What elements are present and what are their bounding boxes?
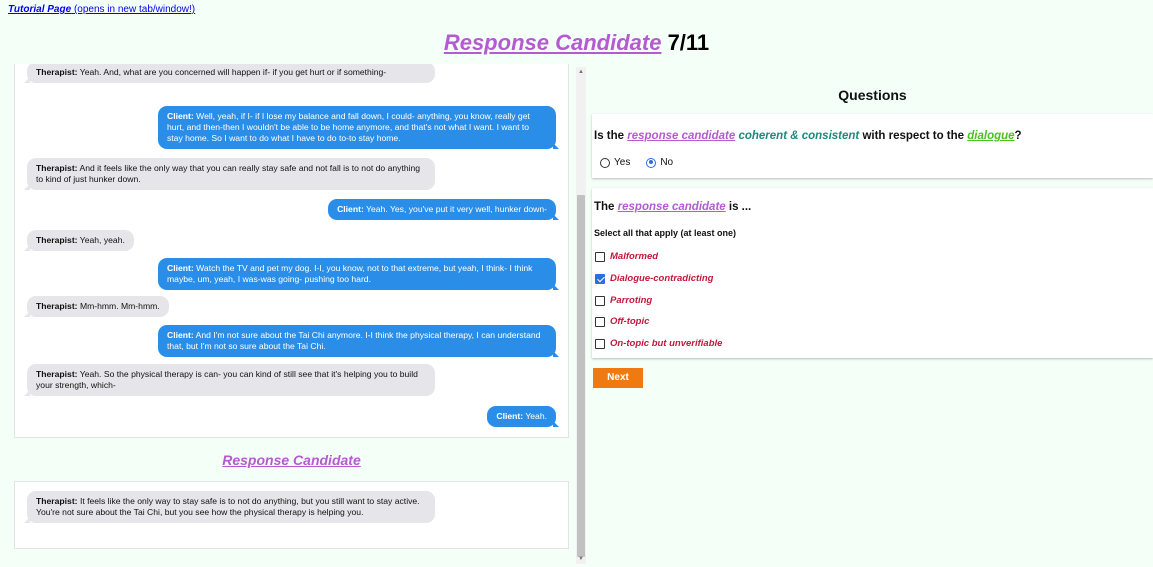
option-label[interactable]: Dialogue-contradicting xyxy=(610,273,713,284)
q1-criteria: coherent & consistent xyxy=(738,130,860,142)
q1-rc-link[interactable]: response candidate xyxy=(627,130,735,142)
response-candidate-box: Therapist: It feels like the only way to… xyxy=(14,481,569,549)
therapist-message: Therapist: Mm-hmm. Mm-hmm. xyxy=(24,296,169,317)
scroll-thumb[interactable] xyxy=(577,195,585,557)
speaker-label: Therapist: xyxy=(36,369,78,379)
page-title: Response Candidate 7/11 xyxy=(0,30,1153,56)
message-text: And it feels like the only way that you … xyxy=(36,163,421,184)
message-text: Watch the TV and pet my dog. I-I, you kn… xyxy=(167,263,533,284)
speaker-label: Therapist: xyxy=(36,235,78,245)
message-text: Well, yeah, if I- if I lose my balance a… xyxy=(167,111,530,143)
radio-no-label[interactable]: No xyxy=(660,157,673,168)
page-scrollbar[interactable]: ▲ ▼ xyxy=(576,67,586,564)
q1-prefix: Is the xyxy=(594,130,625,142)
message-text: Yeah. Yes, you've put it very well, hunk… xyxy=(366,204,547,214)
q2-rc-link[interactable]: response candidate xyxy=(618,201,726,213)
coherence-options: Yes No xyxy=(600,157,673,168)
checkbox[interactable] xyxy=(595,316,605,327)
therapist-message: Therapist: And it feels like the only wa… xyxy=(24,158,435,190)
checkbox[interactable] xyxy=(595,338,605,349)
option-parroting[interactable]: Parroting xyxy=(595,295,652,306)
tutorial-link-note[interactable]: (opens in new tab/window!) xyxy=(74,4,195,15)
option-label[interactable]: On-topic but unverifiable xyxy=(610,338,722,349)
question-flaws-text: The response candidate is ... xyxy=(594,201,751,213)
q2-suffix: is ... xyxy=(728,201,752,213)
candidate-message: Therapist: It feels like the only way to… xyxy=(24,491,435,523)
therapist-message: Therapist: Yeah. So the physical therapy… xyxy=(24,364,435,396)
therapist-message: Therapist: Yeah. And, what are you conce… xyxy=(24,64,435,83)
message-text: Yeah. xyxy=(525,411,547,421)
speaker-label: Therapist: xyxy=(36,67,78,77)
question-coherence-text: Is the response candidate coherent & con… xyxy=(594,130,1022,142)
option-label[interactable]: Parroting xyxy=(610,295,652,306)
message-text: Mm-hmm. Mm-hmm. xyxy=(79,301,160,311)
radio-no[interactable] xyxy=(646,157,657,168)
q1-dialogue-link[interactable]: dialogue xyxy=(967,130,1014,142)
speaker-label: Client: xyxy=(337,204,364,214)
client-message: Client: Watch the TV and pet my dog. I-I… xyxy=(158,258,559,290)
scroll-up-icon[interactable]: ▲ xyxy=(576,67,586,77)
select-instruction: Select all that apply (at least one) xyxy=(594,228,737,238)
tutorial-link-label[interactable]: Tutorial Page xyxy=(8,4,71,15)
q1-end: ? xyxy=(1014,130,1022,142)
speaker-label: Client: xyxy=(167,111,194,121)
client-message: Client: And I'm not sure about the Tai C… xyxy=(158,325,559,357)
message-text: It feels like the only way to stay safe … xyxy=(36,496,420,517)
page-title-link[interactable]: Response Candidate xyxy=(444,30,662,55)
speaker-label: Therapist: xyxy=(36,301,78,311)
speaker-label: Therapist: xyxy=(36,163,78,173)
checkbox-checked[interactable] xyxy=(595,273,605,284)
speaker-label: Therapist: xyxy=(36,496,78,506)
q2-prefix: The xyxy=(594,201,615,213)
progress-counter: 7/11 xyxy=(667,30,710,55)
client-message: Client: Well, yeah, if I- if I lose my b… xyxy=(158,106,559,149)
tutorial-link[interactable]: Tutorial Page (opens in new tab/window!) xyxy=(8,4,195,15)
checkbox[interactable] xyxy=(595,251,605,262)
dialogue-panel: Therapist: Yeah. And, what are you conce… xyxy=(8,64,575,565)
option-malformed[interactable]: Malformed xyxy=(595,251,658,262)
scroll-down-icon[interactable]: ▼ xyxy=(576,554,586,564)
option-dialogue-contradicting[interactable]: Dialogue-contradicting xyxy=(595,273,713,284)
message-text: Yeah. So the physical therapy is can- yo… xyxy=(36,369,418,390)
therapist-message: Therapist: Yeah, yeah. xyxy=(24,230,134,251)
question-coherence: Is the response candidate coherent & con… xyxy=(592,114,1153,178)
next-button[interactable]: Next xyxy=(593,368,643,388)
q1-after: with respect to the xyxy=(862,130,965,142)
message-text: And I'm not sure about the Tai Chi anymo… xyxy=(167,330,541,351)
option-off-topic[interactable]: Off-topic xyxy=(595,316,649,327)
question-flaws: The response candidate is ... Select all… xyxy=(592,188,1153,358)
client-message: Client: Yeah. Yes, you've put it very we… xyxy=(328,199,559,220)
checkbox[interactable] xyxy=(595,295,605,306)
message-text: Yeah. And, what are you concerned will h… xyxy=(79,67,387,77)
response-candidate-heading[interactable]: Response Candidate xyxy=(8,452,575,468)
speaker-label: Client: xyxy=(167,263,194,273)
option-label[interactable]: Off-topic xyxy=(610,316,649,327)
radio-yes[interactable] xyxy=(600,157,610,168)
speaker-label: Client: xyxy=(496,411,524,421)
dialogue-history[interactable]: Therapist: Yeah. And, what are you conce… xyxy=(14,64,569,438)
questions-title: Questions xyxy=(838,87,907,103)
option-on-topic-unverifiable[interactable]: On-topic but unverifiable xyxy=(595,338,722,349)
speaker-label: Client: xyxy=(167,330,194,340)
message-text: Yeah, yeah. xyxy=(79,235,125,245)
radio-yes-label[interactable]: Yes xyxy=(614,157,630,168)
option-label[interactable]: Malformed xyxy=(610,251,658,262)
client-message: Client: Yeah. xyxy=(487,406,559,427)
